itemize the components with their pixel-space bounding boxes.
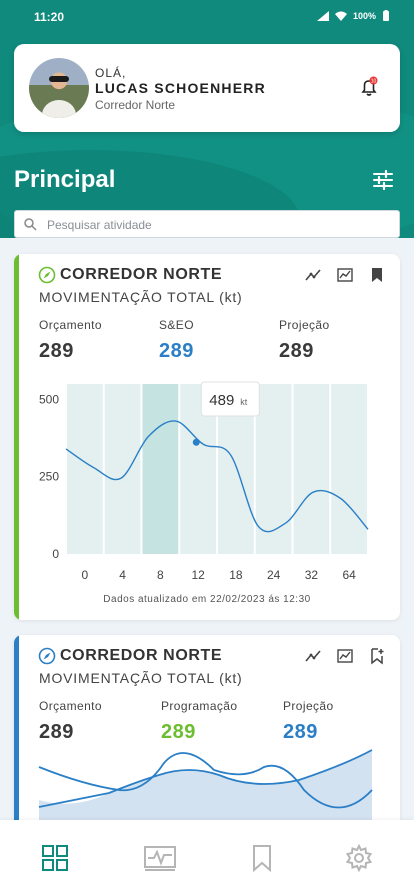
x-tick-label: 8 bbox=[157, 568, 164, 582]
chart-icon[interactable] bbox=[336, 647, 354, 665]
stat-label: Orçamento bbox=[39, 318, 102, 332]
stat-value: 289 bbox=[161, 721, 196, 743]
stat-value: 289 bbox=[159, 340, 194, 362]
page-title: Principal bbox=[14, 166, 116, 193]
compass-icon bbox=[38, 266, 56, 284]
bell-icon[interactable]: 10 bbox=[358, 76, 380, 98]
trend-icon[interactable] bbox=[304, 647, 322, 665]
tooltip-value: 489 bbox=[209, 392, 234, 409]
chart-column bbox=[104, 384, 141, 554]
chart-column bbox=[293, 384, 330, 554]
stat-seo: S&EO 289 bbox=[159, 318, 194, 363]
card-title: CORREDOR NORTE bbox=[60, 266, 223, 283]
chart-column bbox=[67, 384, 103, 554]
card-subtitle: MOVIMENTAÇÃO TOTAL (kt) bbox=[39, 670, 243, 686]
settings-icon[interactable] bbox=[345, 844, 373, 872]
x-tick-label: 12 bbox=[191, 568, 205, 582]
stat-projecao: Projeção 289 bbox=[279, 318, 330, 363]
x-tick-label: 0 bbox=[82, 568, 89, 582]
filter-icon[interactable] bbox=[372, 169, 394, 191]
stat-orcamento: Orçamento 289 bbox=[39, 318, 102, 363]
dashboard-icon[interactable] bbox=[41, 844, 69, 872]
search-input[interactable] bbox=[47, 215, 387, 235]
stat-value: 289 bbox=[39, 340, 74, 362]
chart-point bbox=[192, 438, 200, 446]
stat-value: 289 bbox=[283, 721, 318, 743]
stat-label: S&EO bbox=[159, 318, 194, 332]
x-tick-label: 18 bbox=[229, 568, 243, 582]
bottom-navigation bbox=[0, 820, 414, 896]
y-tick-label: 0 bbox=[52, 547, 59, 561]
card-subtitle: MOVIMENTAÇÃO TOTAL (kt) bbox=[39, 289, 243, 305]
greeting: OLÁ, bbox=[95, 66, 127, 80]
signal-icon bbox=[316, 11, 329, 21]
wifi-icon bbox=[334, 11, 347, 21]
chart-column bbox=[142, 384, 179, 554]
movement-chart: 0 4 8 12 18 24 32 64 500 250 0 489 kt bbox=[39, 381, 369, 582]
search-icon bbox=[24, 218, 37, 231]
tooltip-unit: kt bbox=[240, 397, 248, 407]
y-tick-label: 500 bbox=[39, 392, 59, 406]
stat-orcamento: Orçamento 289 bbox=[39, 699, 102, 744]
updated-text: Dados atualizado em 22/02/2023 ás 12:30 bbox=[103, 594, 311, 605]
y-tick-label: 250 bbox=[39, 470, 59, 484]
x-tick-label: 24 bbox=[267, 568, 281, 582]
corridor-card[interactable]: CORREDOR NORTE MOVIMENTAÇÃO TOTAL (kt) O… bbox=[14, 254, 400, 620]
bookmark-icon[interactable] bbox=[248, 844, 276, 872]
stat-label: Programação bbox=[161, 699, 238, 713]
stat-label: Projeção bbox=[283, 699, 334, 713]
stat-programacao: Programação 289 bbox=[161, 699, 237, 744]
user-name: LUCAS SCHOENHERR bbox=[95, 80, 266, 96]
status-bar: 11:20 100% bbox=[0, 0, 414, 34]
activity-icon[interactable] bbox=[144, 844, 176, 872]
battery-text: 100% bbox=[352, 11, 376, 21]
card-title: CORREDOR NORTE bbox=[60, 647, 223, 664]
chart-icon[interactable] bbox=[336, 266, 354, 284]
avatar-glasses bbox=[49, 76, 69, 82]
user-role: Corredor Norte bbox=[95, 98, 176, 112]
x-tick-label: 32 bbox=[305, 568, 319, 582]
notification-count: 10 bbox=[371, 78, 377, 84]
stat-value: 289 bbox=[279, 340, 314, 362]
x-tick-label: 4 bbox=[119, 568, 126, 582]
x-tick-label: 64 bbox=[342, 568, 356, 582]
stat-label: Orçamento bbox=[39, 699, 102, 713]
compass-icon bbox=[38, 647, 56, 665]
stat-value: 289 bbox=[39, 721, 74, 743]
stat-projecao: Projeção 289 bbox=[283, 699, 334, 744]
stat-label: Projeção bbox=[279, 318, 330, 332]
chart-column bbox=[331, 384, 367, 554]
avatar[interactable] bbox=[29, 58, 89, 118]
search-bar[interactable] bbox=[14, 210, 400, 238]
bookmark-add-icon[interactable] bbox=[368, 647, 386, 665]
status-time: 11:20 bbox=[34, 10, 65, 24]
battery-icon bbox=[383, 10, 389, 21]
bookmark-icon[interactable] bbox=[368, 266, 386, 284]
profile-card[interactable]: OLÁ, LUCAS SCHOENHERR Corredor Norte 10 bbox=[14, 44, 400, 132]
trend-icon[interactable] bbox=[304, 266, 322, 284]
